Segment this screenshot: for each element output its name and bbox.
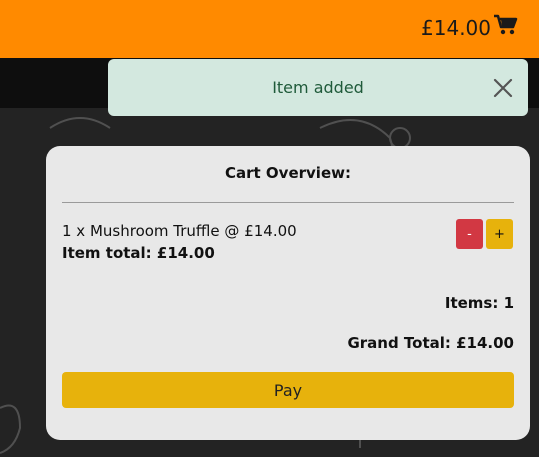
top-bar: £14.00 xyxy=(0,0,539,58)
line-item-total: Item total: £14.00 xyxy=(62,244,215,262)
decrease-quantity-button[interactable]: - xyxy=(456,219,483,249)
cart-overview-card: Cart Overview: 1 x Mushroom Truffle @ £1… xyxy=(46,146,530,440)
items-count: Items: 1 xyxy=(444,294,514,312)
cart-line-item: 1 x Mushroom Truffle @ £14.00 Item total… xyxy=(62,222,297,262)
close-icon[interactable] xyxy=(492,77,514,99)
cart-total-link[interactable]: £14.00 xyxy=(421,14,519,41)
toast-notification: Item added xyxy=(108,59,528,116)
cart-title: Cart Overview: xyxy=(225,164,351,182)
shopping-cart-icon xyxy=(493,14,519,41)
increase-quantity-button[interactable]: + xyxy=(486,219,513,249)
divider xyxy=(62,202,514,203)
line-item-description: 1 x Mushroom Truffle @ £14.00 xyxy=(62,222,297,240)
toast-message: Item added xyxy=(272,78,364,97)
cart-total-amount: £14.00 xyxy=(421,15,491,40)
pay-button[interactable]: Pay xyxy=(62,372,514,408)
grand-total: Grand Total: £14.00 xyxy=(347,334,514,352)
